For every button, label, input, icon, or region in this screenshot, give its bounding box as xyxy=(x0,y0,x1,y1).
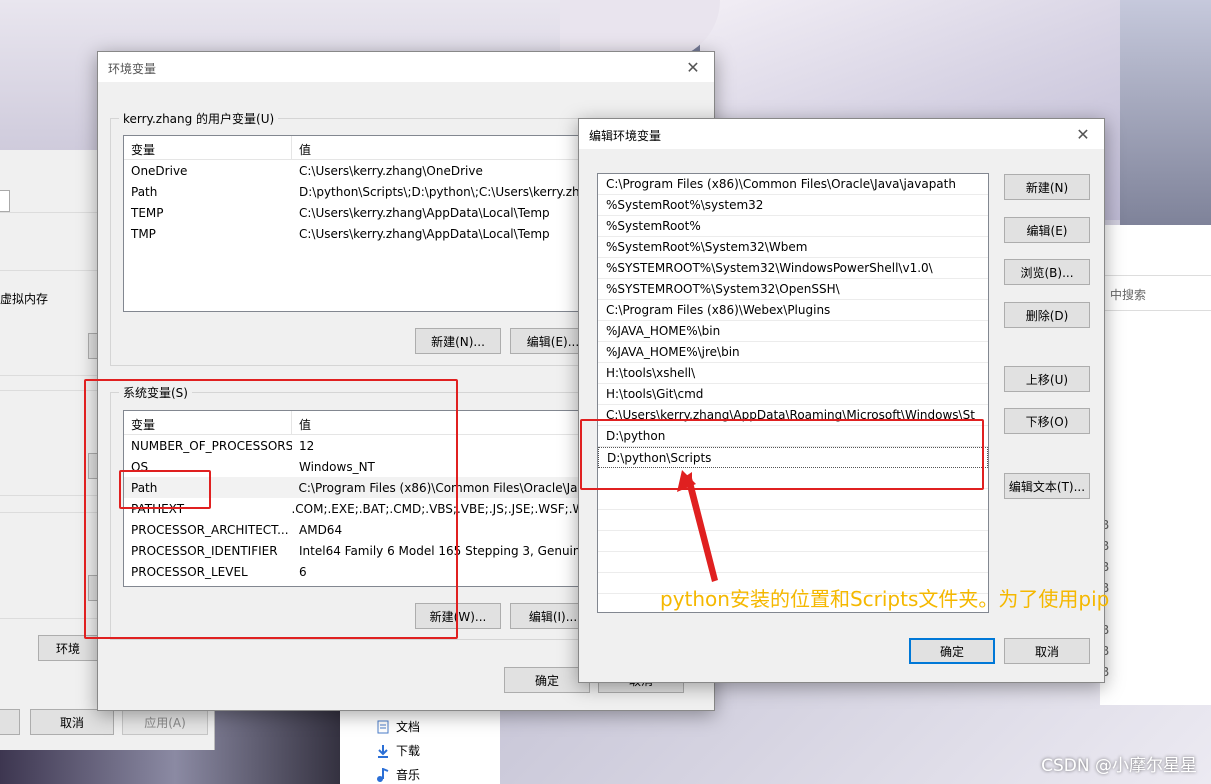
user-new-button[interactable]: 新建(N)... xyxy=(415,328,501,354)
annotation-box-system-vars xyxy=(84,379,458,639)
delete-button[interactable]: 删除(D) xyxy=(1004,302,1090,328)
table-row[interactable]: OneDrive C:\Users\kerry.zhang\OneDrive xyxy=(124,160,592,181)
var-value: C:\Users\kerry.zhang\OneDrive xyxy=(299,163,483,178)
list-item-empty[interactable] xyxy=(598,489,988,510)
move-down-button[interactable]: 下移(O) xyxy=(1004,408,1090,434)
list-item[interactable]: %SYSTEMROOT%\System32\OpenSSH\ xyxy=(598,279,988,300)
column-header-variable[interactable]: 变量 xyxy=(124,136,292,159)
cancel-button[interactable]: 取消 xyxy=(1004,638,1090,664)
dialog-title: 编辑环境变量 xyxy=(579,119,1104,149)
sidebar-item-music[interactable]: 音乐 xyxy=(376,766,420,783)
table-row[interactable]: Path D:\python\Scripts\;D:\python\;C:\Use… xyxy=(124,181,592,202)
list-item[interactable]: %SystemRoot% xyxy=(598,216,988,237)
arrow-icon xyxy=(677,470,718,582)
browse-button[interactable]: 浏览(B)... xyxy=(1004,259,1090,285)
annotation-text: python安装的位置和Scripts文件夹。为了使用pip xyxy=(660,587,1110,611)
music-icon xyxy=(376,767,390,782)
watermark: CSDN @小摩尔星星 xyxy=(1041,756,1197,776)
annotation-box-python-paths xyxy=(580,419,984,490)
list-item[interactable]: %SystemRoot%\system32 xyxy=(598,195,988,216)
sidebar-item-label: 音乐 xyxy=(396,768,421,782)
apply-button[interactable]: 应用(A) xyxy=(122,709,208,735)
file-explorer-pane: 中搜索 B B B B B B B xyxy=(1100,225,1211,705)
new-button[interactable]: 新建(N) xyxy=(1004,174,1090,200)
list-item[interactable]: C:\Program Files (x86)\Common Files\Orac… xyxy=(598,174,988,195)
user-variables-list[interactable]: 变量 值 OneDrive C:\Users\kerry.zhang\OneDri… xyxy=(123,135,593,312)
close-icon[interactable]: ✕ xyxy=(1070,123,1096,145)
table-row[interactable]: TMP C:\Users\kerry.zhang\AppData\Local\Te… xyxy=(124,223,592,244)
dialog-title: 环境变量 xyxy=(98,52,714,82)
list-item[interactable]: %JAVA_HOME%\jre\bin xyxy=(598,342,988,363)
cancel-button[interactable]: 取消 xyxy=(30,709,114,735)
list-item-empty[interactable] xyxy=(598,552,988,573)
file-explorer-sidebar: 文档 下载 音乐 xyxy=(340,700,500,784)
list-item-empty[interactable] xyxy=(598,531,988,552)
annotation-box-path xyxy=(119,470,211,509)
var-value: C:\Users\kerry.zhang\AppData\Local\Temp xyxy=(299,226,550,241)
list-item[interactable]: H:\tools\xshell\ xyxy=(598,363,988,384)
close-icon[interactable]: ✕ xyxy=(680,56,706,78)
search-input[interactable]: 中搜索 xyxy=(1100,275,1211,311)
list-item[interactable]: %SYSTEMROOT%\System32\WindowsPowerShell\… xyxy=(598,258,988,279)
list-item[interactable]: %SystemRoot%\System32\Wbem xyxy=(598,237,988,258)
sidebar-item-documents[interactable]: 文档 xyxy=(376,718,420,735)
table-row[interactable]: TEMP C:\Users\kerry.zhang\AppData\Local\T… xyxy=(124,202,592,223)
list-item-empty[interactable] xyxy=(598,510,988,531)
sidebar-item-label: 下载 xyxy=(396,744,421,758)
list-item[interactable]: H:\tools\Git\cmd xyxy=(598,384,988,405)
sidebar-item-downloads[interactable]: 下载 xyxy=(376,742,420,759)
group-title: kerry.zhang 的用户变量(U) xyxy=(119,110,279,127)
var-value: D:\python\Scripts\;D:\python\;C:\Users\k… xyxy=(299,184,588,199)
edit-text-button[interactable]: 编辑文本(T)... xyxy=(1004,473,1090,499)
download-icon xyxy=(376,744,390,758)
var-name: Path xyxy=(131,184,158,199)
column-header-value[interactable]: 值 xyxy=(292,136,592,159)
list-item[interactable]: C:\Program Files (x86)\Webex\Plugins xyxy=(598,300,988,321)
path-list[interactable]: C:\Program Files (x86)\Common Files\Orac… xyxy=(597,173,989,613)
list-header: 变量 值 xyxy=(124,136,592,160)
virtual-memory-label: 虚拟内存 xyxy=(0,292,49,306)
edit-button[interactable]: 编辑(E) xyxy=(1004,217,1090,243)
ok-button[interactable] xyxy=(0,709,20,735)
move-up-button[interactable]: 上移(U) xyxy=(1004,366,1090,392)
var-name: TEMP xyxy=(131,205,164,220)
document-icon xyxy=(376,720,390,734)
ok-button[interactable]: 确定 xyxy=(909,638,995,664)
sidebar-item-label: 文档 xyxy=(396,720,421,734)
var-value: C:\Users\kerry.zhang\AppData\Local\Temp xyxy=(299,205,550,220)
list-item[interactable]: %JAVA_HOME%\bin xyxy=(598,321,988,342)
var-name: OneDrive xyxy=(131,163,188,178)
var-name: TMP xyxy=(131,226,156,241)
wallpaper-region xyxy=(1120,0,1211,230)
properties-tab[interactable] xyxy=(0,190,10,212)
